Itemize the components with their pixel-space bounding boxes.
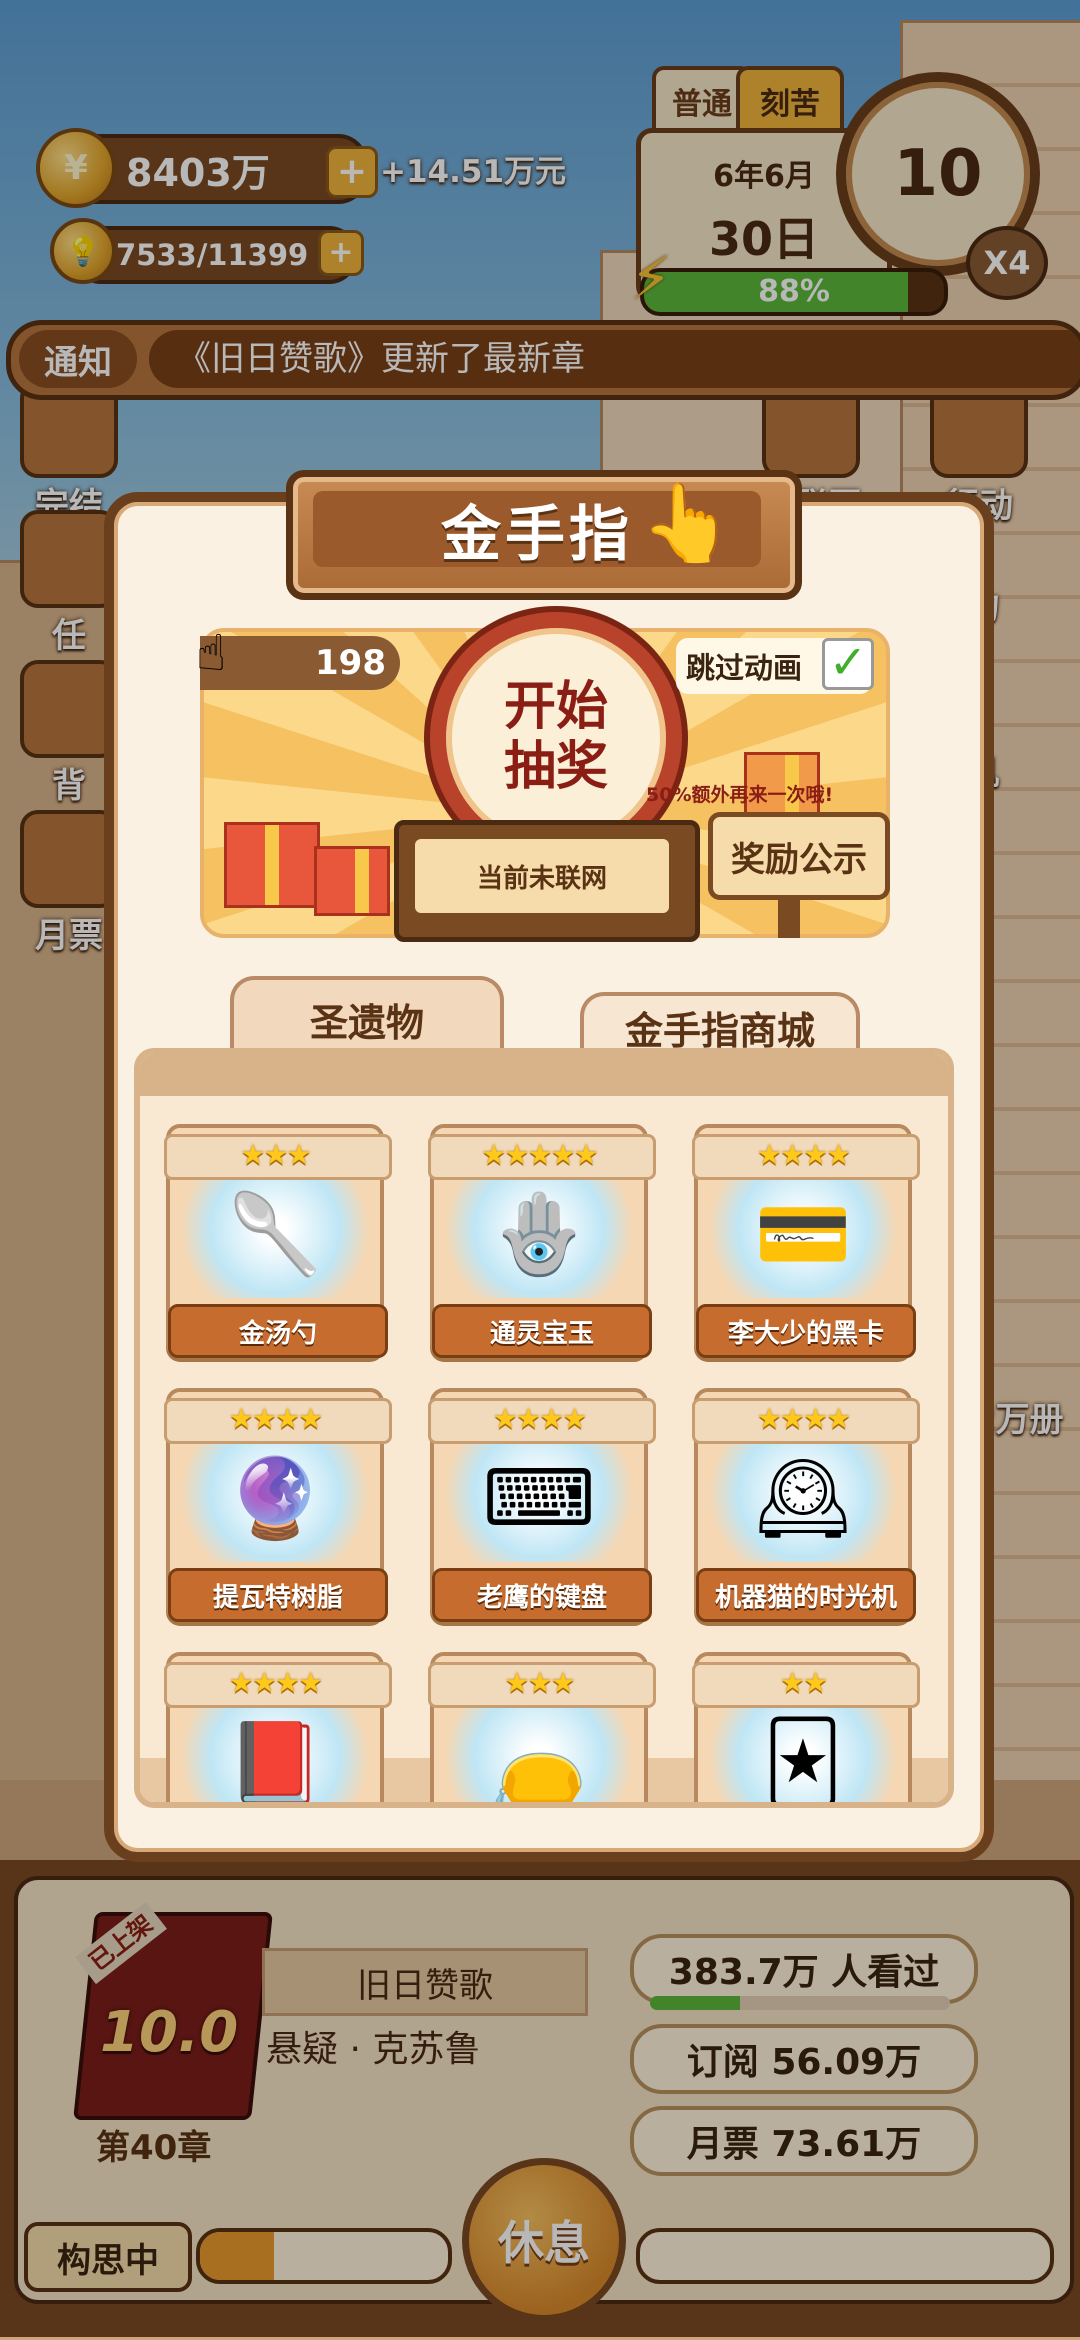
relic-card[interactable]: ★★★★ 💳 李大少的黑卡 [692, 1124, 920, 1358]
bag-icon: 👝 [490, 1718, 588, 1808]
relic-card[interactable]: ★★ 🃏 [692, 1652, 920, 1808]
star-rating: ★★★★ [228, 1402, 323, 1435]
tab-relics[interactable]: 圣遗物 [230, 976, 504, 1058]
star-rating: ★★★★ [228, 1666, 323, 1699]
relic-name: 金汤勺 [168, 1304, 388, 1358]
ticket-count: 198 [315, 643, 386, 683]
relic-name: 提瓦特树脂 [168, 1568, 388, 1622]
gift-box-icon [224, 822, 320, 908]
reward-announcement-button[interactable]: 奖励公示 [708, 812, 890, 900]
relic-card[interactable]: ★★★★ 📕 [164, 1652, 392, 1808]
bonus-text: 50%额外再来一次哦! [646, 784, 834, 806]
relic-name: 通灵宝玉 [432, 1304, 652, 1358]
stand-text: 当前未联网 [415, 839, 669, 913]
keyboard-icon: ⌨ [482, 1454, 596, 1544]
relic-card[interactable]: ★★★ 🥄 金汤勺 [164, 1124, 392, 1358]
relic-card[interactable]: ★★★★ 🔮 提瓦特树脂 [164, 1388, 392, 1622]
star-rating: ★★★★★ [481, 1138, 599, 1171]
time-machine-icon: 🕰 [753, 1454, 853, 1544]
shelf-top [140, 1054, 948, 1096]
book-icon: 📕 [226, 1718, 324, 1808]
gift-box-icon [314, 846, 390, 916]
relic-card[interactable]: ★★★★★ 🪬 通灵宝玉 [428, 1124, 656, 1358]
vip-card-icon: 💳 [754, 1190, 852, 1280]
golden-spoon-icon: 🥄 [226, 1190, 324, 1280]
relic-name: 老鹰的键盘 [432, 1568, 652, 1622]
star-rating: ★★★ [240, 1138, 311, 1171]
start-draw-label: 开始 抽奖 [503, 677, 608, 797]
check-icon: ✓ [828, 635, 868, 689]
pointing-hand-icon: 👆 [640, 478, 735, 567]
draw-stand: 当前未联网 [394, 820, 700, 942]
star-rating: ★★★★ [756, 1138, 851, 1171]
lottery-ticket-count: 198 [200, 636, 400, 690]
star-rating: ★★ [779, 1666, 828, 1699]
star-rating: ★★★ [504, 1666, 575, 1699]
resin-orb-icon: 🔮 [226, 1454, 324, 1544]
star-rating: ★★★★ [756, 1402, 851, 1435]
star-rating: ★★★★ [492, 1402, 587, 1435]
card-icon: 🃏 [763, 1718, 843, 1808]
hand-ticket-icon: ☝ [196, 624, 227, 682]
relic-card[interactable]: ★★★ 👝 [428, 1652, 656, 1808]
skip-animation-label: 跳过动画 [686, 651, 803, 685]
relic-grid: ★★★ 🥄 金汤勺 ★★★★★ 🪬 通灵宝玉 ★★★★ 💳 李大少的黑卡 ★★★★ 🔮 提瓦特树脂 ★★… [134, 1048, 954, 1808]
relic-name: 李大少的黑卡 [696, 1304, 916, 1358]
relic-card[interactable]: ★★★★ 🕰 机器猫的时光机 [692, 1388, 920, 1622]
relic-card[interactable]: ★★★★ ⌨ 老鹰的键盘 [428, 1388, 656, 1622]
jade-pendant-icon: 🪬 [490, 1190, 588, 1280]
skip-animation-checkbox[interactable]: ✓ [822, 638, 874, 690]
relic-name: 机器猫的时光机 [696, 1568, 916, 1622]
